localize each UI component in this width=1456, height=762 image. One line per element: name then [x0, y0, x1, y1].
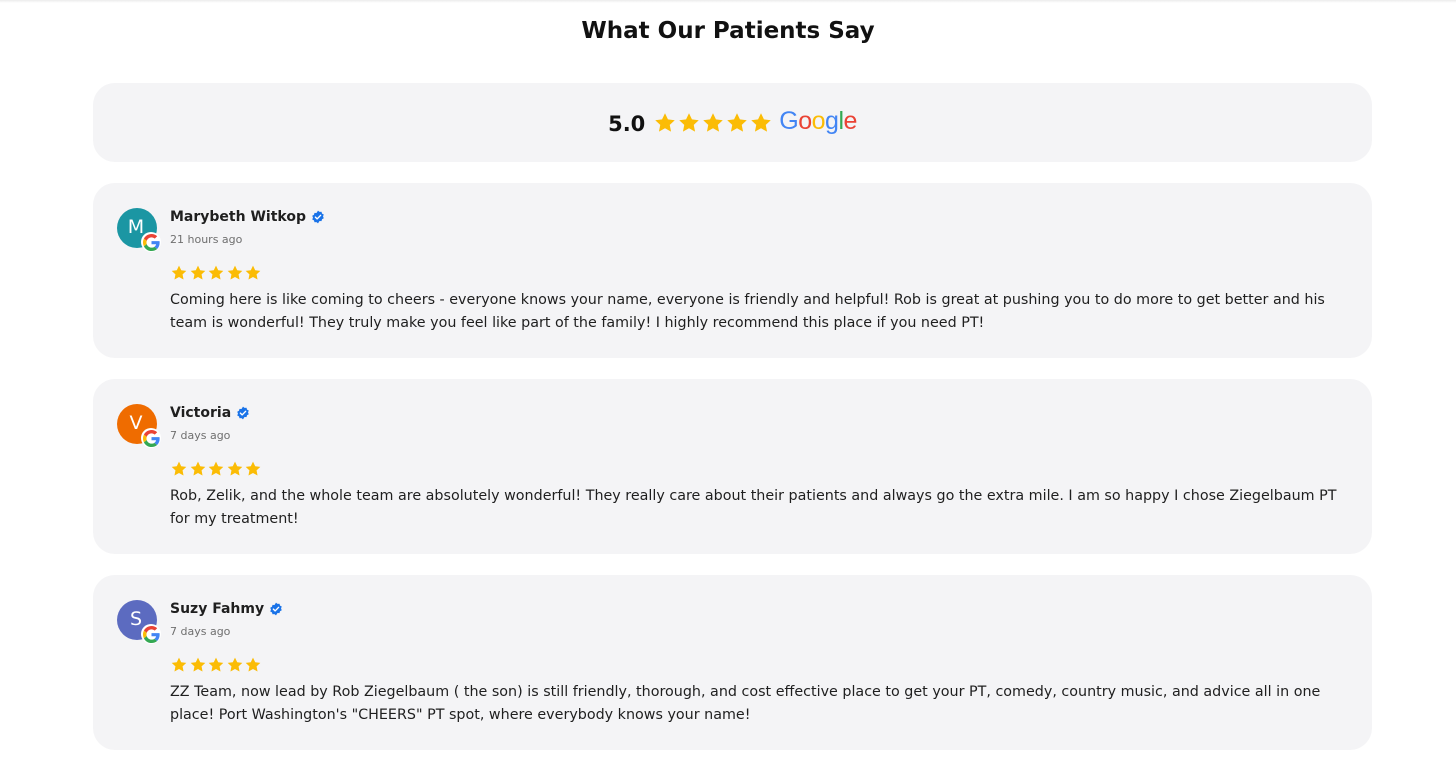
review-card: M Marybeth Witkop 21 hours ago Coming he…	[93, 183, 1372, 358]
top-divider	[0, 0, 1456, 3]
google-g-icon	[141, 428, 161, 448]
star-icon	[171, 657, 187, 672]
star-icon	[171, 265, 187, 280]
reviewer-name-text: Suzy Fahmy	[170, 601, 265, 617]
google-logo-letter: g	[825, 107, 839, 135]
review-text: Rob, Zelik, and the whole team are absol…	[170, 488, 1337, 527]
star-icon	[727, 112, 748, 132]
star-icon	[679, 112, 700, 132]
review-card: V Victoria 7 days ago Rob, Zelik, and th…	[93, 379, 1372, 554]
google-logo-letter: G	[779, 107, 799, 135]
reviewer-name-text: Marybeth Witkop	[170, 209, 306, 225]
star-icon	[751, 112, 772, 132]
review-stars	[170, 460, 263, 478]
reviewer-name-text: Victoria	[170, 405, 232, 421]
google-g-icon	[141, 624, 161, 644]
review-card: S Suzy Fahmy 7 days ago ZZ Team, now lea…	[93, 575, 1372, 750]
review-stars	[170, 656, 263, 674]
star-icon	[245, 657, 261, 672]
google-logo-letter: e	[843, 107, 858, 135]
star-icon	[171, 461, 187, 476]
star-icon	[190, 461, 205, 476]
star-icon	[227, 265, 242, 280]
review-time: 7 days ago	[170, 625, 231, 638]
review-text: ZZ Team, now lead by Rob Ziegelbaum ( th…	[170, 684, 1321, 723]
star-icon	[227, 657, 242, 672]
reviewer-name[interactable]: Marybeth Witkop	[170, 209, 325, 225]
verified-badge-icon	[269, 602, 283, 616]
star-icon	[245, 265, 261, 280]
review-stars	[170, 264, 263, 282]
page-title: What Our Patients Say	[581, 18, 875, 44]
star-icon	[208, 461, 224, 476]
review-time: 21 hours ago	[170, 233, 243, 246]
verified-badge-icon	[311, 210, 325, 224]
rating-summary: 5.0 Google	[93, 83, 1372, 162]
star-icon	[655, 112, 676, 132]
star-icon	[190, 265, 205, 280]
review-text: Coming here is like coming to cheers - e…	[170, 292, 1325, 331]
google-logo[interactable]: Google	[779, 107, 857, 136]
star-icon	[208, 265, 224, 280]
google-logo-letter: o	[811, 107, 826, 135]
google-logo-letter: o	[798, 107, 812, 135]
star-icon	[227, 461, 242, 476]
star-icon	[208, 657, 224, 672]
reviewer-name[interactable]: Victoria	[170, 405, 250, 421]
rating-stars	[653, 111, 773, 135]
verified-badge-icon	[236, 406, 250, 420]
reviewer-name[interactable]: Suzy Fahmy	[170, 601, 283, 617]
avatar-initial: S	[129, 608, 143, 630]
avatar-initial: V	[129, 412, 143, 434]
rating-value: 5.0	[608, 112, 646, 136]
review-time: 7 days ago	[170, 429, 231, 442]
google-g-icon	[141, 232, 161, 252]
star-icon	[245, 461, 261, 476]
star-icon	[703, 112, 724, 132]
star-icon	[190, 657, 205, 672]
